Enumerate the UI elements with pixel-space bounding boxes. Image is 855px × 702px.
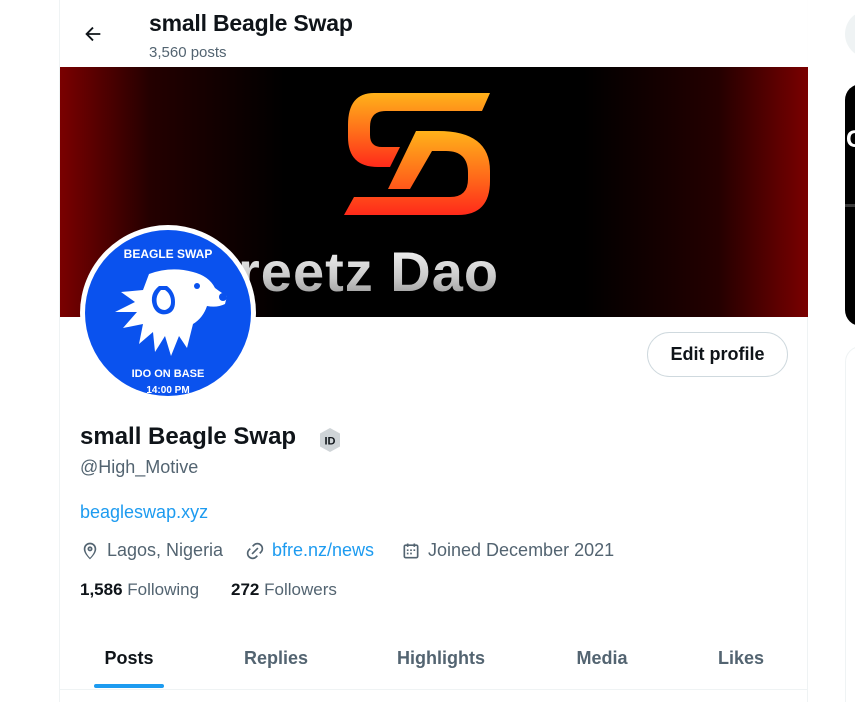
profile-joined: Joined December 2021 <box>401 540 614 561</box>
followers-label: Followers <box>264 580 337 599</box>
avatar-bottom-text-2: 14:00 PM <box>146 385 190 396</box>
tab-likes[interactable]: Likes <box>708 626 774 690</box>
followers-count: 272 <box>231 580 260 599</box>
sidebar-search-box[interactable] <box>845 10 855 58</box>
streetz-dao-logo-icon <box>344 93 490 215</box>
edit-profile-button[interactable]: Edit profile <box>647 332 788 377</box>
followers-stat[interactable]: 272 Followers <box>231 580 337 600</box>
profile-location: Lagos, Nigeria <box>80 540 223 561</box>
id-badge-icon: ID <box>320 428 340 452</box>
profile-handle: @High_Motive <box>80 457 199 477</box>
link-icon <box>246 542 264 559</box>
arrow-left-icon <box>85 26 101 42</box>
beagle-head-icon <box>115 269 227 356</box>
id-verification-badge[interactable]: ID <box>317 427 343 453</box>
profile-column: small Beagle Swap 3,560 posts Streetz Da… <box>59 0 808 702</box>
header-title: small Beagle Swap <box>149 10 353 36</box>
tab-media[interactable]: Media <box>560 626 644 690</box>
following-count: 1,586 <box>80 580 123 599</box>
tabs-divider <box>60 689 808 690</box>
avatar-image: BEAGLE SWAP IDO ON BASE 14:00 PM <box>85 230 251 396</box>
avatar-bottom-text-1: IDO ON BASE <box>131 368 205 380</box>
sidebar-card-divider <box>845 204 855 207</box>
profile-tabs: Posts Replies Highlights Media Likes <box>60 626 808 690</box>
avatar[interactable]: BEAGLE SWAP IDO ON BASE 14:00 PM <box>80 225 256 401</box>
tab-highlights[interactable]: Highlights <box>382 626 500 690</box>
active-tab-indicator <box>94 684 164 688</box>
profile-link[interactable]: bfre.nz/news <box>245 540 374 561</box>
tab-replies[interactable]: Replies <box>230 626 322 690</box>
location-pin-icon <box>83 542 97 559</box>
sidebar-panel <box>845 346 855 702</box>
back-button[interactable] <box>74 15 112 53</box>
following-stat[interactable]: 1,586 Following <box>80 580 199 600</box>
header-post-count: 3,560 posts <box>149 44 227 61</box>
profile-header-bar: small Beagle Swap 3,560 posts <box>60 0 808 67</box>
location-text: Lagos, Nigeria <box>107 540 224 560</box>
sidebar-card-text: C <box>846 126 855 153</box>
following-label: Following <box>127 580 200 599</box>
id-badge-label: ID <box>325 436 336 448</box>
profile-website-link[interactable]: beagleswap.xyz <box>80 502 208 523</box>
link-text[interactable]: bfre.nz/news <box>272 540 374 561</box>
sidebar-promo-card[interactable]: C <box>845 84 855 326</box>
profile-name: small Beagle Swap <box>80 423 297 450</box>
calendar-icon <box>403 543 419 558</box>
avatar-top-text: BEAGLE SWAP <box>123 247 213 261</box>
tab-posts[interactable]: Posts <box>94 626 164 690</box>
joined-text: Joined December 2021 <box>428 540 615 560</box>
